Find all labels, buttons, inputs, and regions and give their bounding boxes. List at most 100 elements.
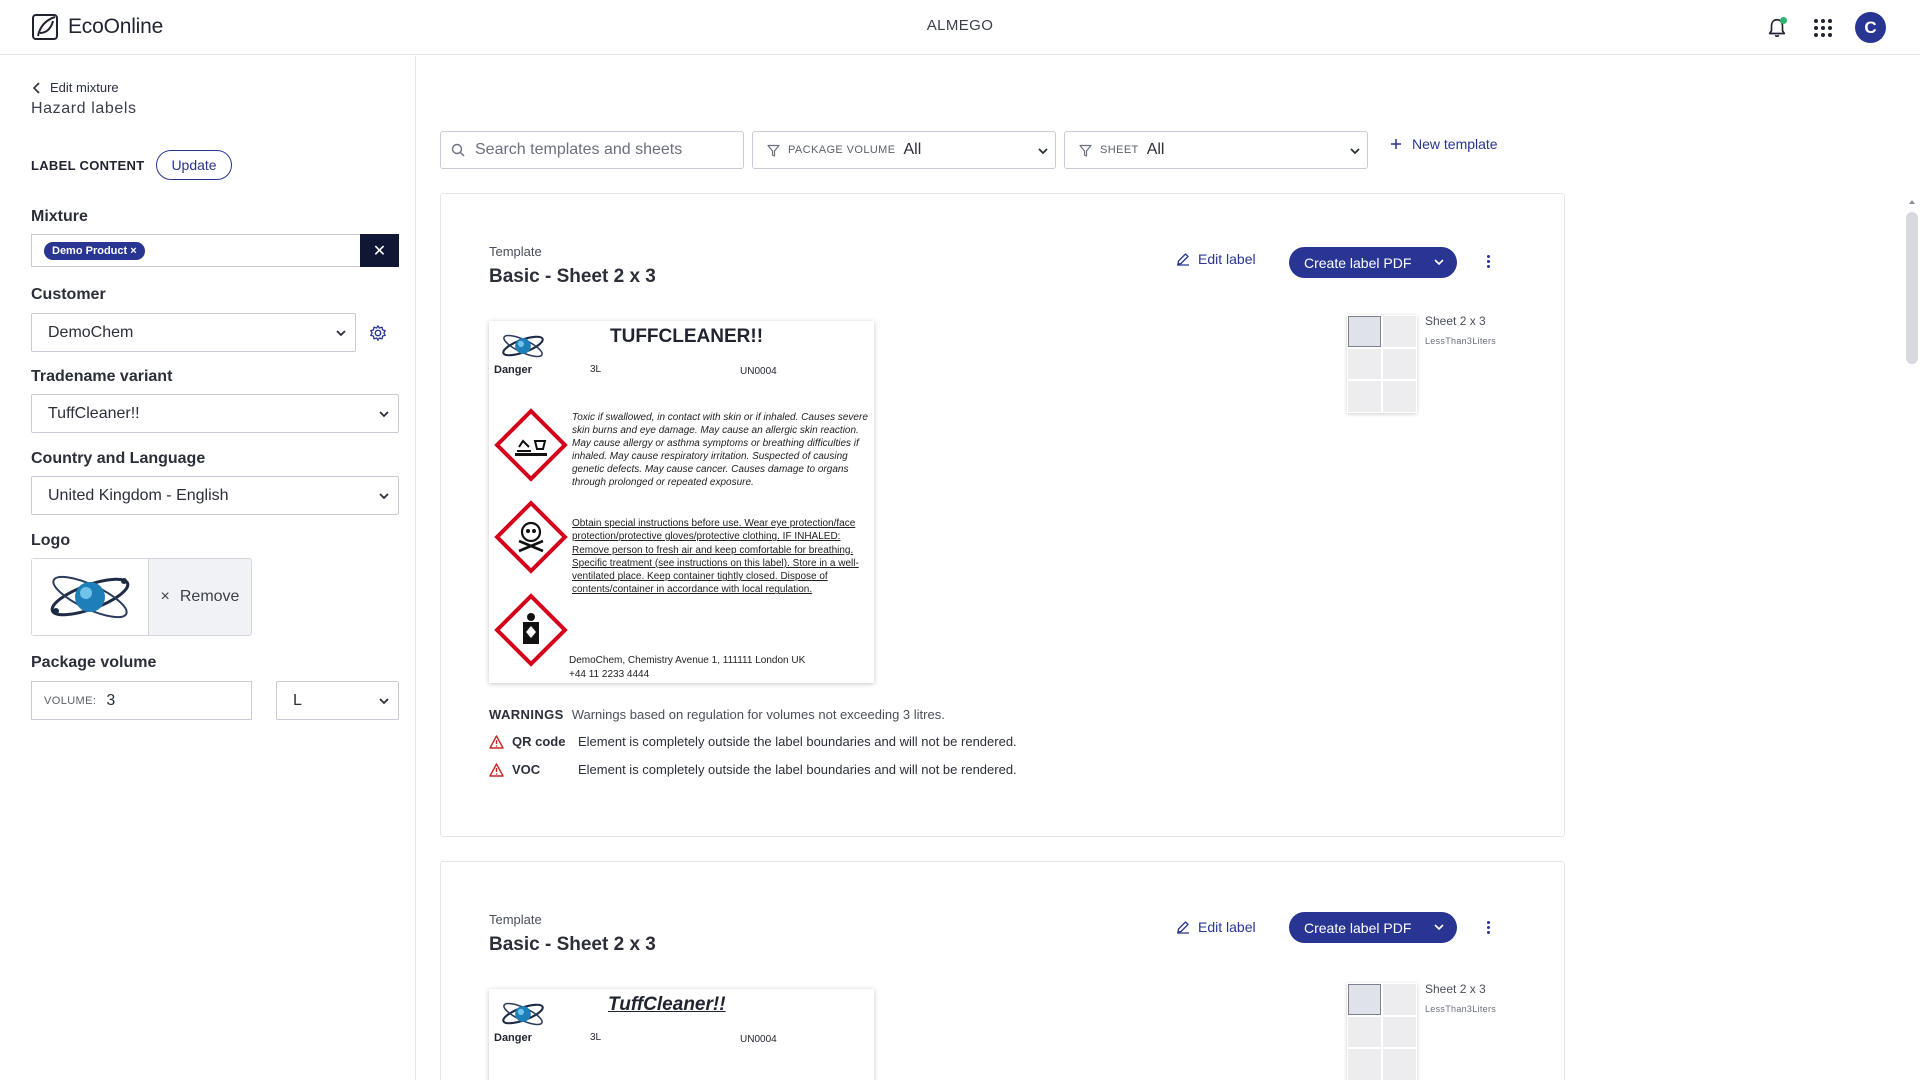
warning-triangle-icon: [489, 734, 504, 749]
health-hazard-pictogram-icon: [494, 593, 568, 667]
chevron-down-icon[interactable]: [1433, 921, 1445, 933]
warning-text: Element is completely outside the label …: [578, 762, 1017, 777]
update-button[interactable]: Update: [156, 150, 232, 180]
template-kicker: Template: [489, 912, 542, 927]
sheet-cell: [1383, 1049, 1416, 1080]
warnings-title: WARNINGS: [489, 707, 564, 722]
warning-triangle-icon: [489, 762, 504, 777]
label-volume: 3L: [590, 364, 602, 375]
mixture-chip[interactable]: Demo Product ×: [44, 242, 145, 260]
pencil-icon: [1177, 921, 1189, 934]
chevron-down-icon[interactable]: [1433, 256, 1445, 268]
label-product-name: TUFFCLEANER!!: [610, 326, 764, 347]
sheet-cell: [1348, 984, 1381, 1015]
create-label-pdf-button[interactable]: Create label PDF: [1289, 247, 1457, 278]
page-title: Hazard labels: [31, 100, 137, 117]
label-hazard-statements: Toxic if swallowed, in contact with skin…: [572, 412, 868, 488]
new-template-button[interactable]: New template: [1390, 136, 1498, 152]
edit-label-button[interactable]: Edit label: [1176, 919, 1256, 935]
sheet-name: Sheet 2 x 3: [1425, 314, 1486, 328]
tradename-select[interactable]: TuffCleaner!!: [31, 394, 399, 433]
customer-select[interactable]: DemoChem: [31, 313, 356, 352]
edit-label-text: Edit label: [1198, 919, 1256, 935]
scrollbar-thumb[interactable]: [1906, 212, 1918, 364]
apps-button[interactable]: [1809, 14, 1837, 42]
warning-name: VOC: [512, 762, 541, 777]
create-label-pdf-button[interactable]: Create label PDF: [1289, 912, 1457, 943]
edit-label-text: Edit label: [1198, 251, 1256, 267]
sheet-subtitle: LessThan3Liters: [1425, 336, 1497, 346]
avatar[interactable]: C: [1855, 12, 1886, 43]
more-options-icon[interactable]: [1482, 921, 1494, 934]
mixture-input[interactable]: Demo Product ×: [31, 234, 399, 267]
scroll-up-icon[interactable]: [1904, 196, 1920, 208]
atom-logo-icon: [502, 334, 544, 358]
chevron-down-icon: [379, 493, 389, 500]
top-bar: EcoOnline ALMEGO C: [0, 0, 1920, 55]
volume-unit-value: L: [293, 691, 302, 709]
chevron-down-icon: [379, 698, 389, 705]
create-label-pdf-label: Create label PDF: [1304, 254, 1412, 271]
back-link-label: Edit mixture: [50, 80, 119, 95]
sheet-subtitle: LessThan3Liters: [1425, 1004, 1497, 1014]
new-template-label: New template: [1412, 136, 1498, 152]
label-preview[interactable]: TUFFCLEANER!! Danger 3L UN0004 Toxic if …: [489, 321, 874, 683]
label-phone: +44 11 2233 4444: [569, 669, 650, 680]
skull-pictogram-icon: [494, 500, 568, 574]
search-input[interactable]: Search templates and sheets: [440, 131, 744, 169]
remove-logo-button[interactable]: × Remove: [149, 559, 251, 635]
logo-thumbnail: [32, 559, 149, 635]
warnings-description: Warnings based on regulation for volumes…: [571, 707, 945, 722]
sheet-cell: [1348, 1049, 1381, 1080]
customer-label: Customer: [31, 286, 106, 303]
edit-label-button[interactable]: Edit label: [1176, 251, 1256, 267]
gear-icon[interactable]: [369, 324, 387, 342]
logo-field: × Remove: [31, 558, 252, 636]
sheet-thumbnail[interactable]: [1347, 315, 1417, 413]
clear-mixture-button[interactable]: ✕: [360, 234, 399, 267]
volume-value: 3: [106, 691, 116, 709]
notifications-button[interactable]: [1763, 14, 1791, 42]
tradename-label: Tradename variant: [31, 368, 173, 385]
label-address-line: DemoChem, Chemistry Avenue 1, 111111 Lon…: [569, 655, 806, 666]
search-icon: [451, 143, 465, 157]
chevron-down-icon: [1350, 148, 1360, 155]
back-link[interactable]: Edit mixture: [32, 80, 119, 95]
country-language-label: Country and Language: [31, 450, 206, 467]
tradename-value: TuffCleaner!!: [48, 404, 140, 422]
package-volume-filter-value: All: [903, 141, 922, 158]
sheet-filter[interactable]: SHEET All: [1064, 131, 1368, 169]
label-un-number: UN0004: [740, 1034, 777, 1045]
label-precautionary-statements: Obtain special instructions before use. …: [572, 518, 859, 596]
plus-icon: [1391, 139, 1401, 149]
chevron-down-icon: [1038, 148, 1048, 155]
sheet-thumbnail[interactable]: [1347, 983, 1417, 1080]
label-content-panel: Edit mixture Hazard labels LABEL CONTENT…: [0, 56, 416, 1080]
sheet-cell: [1383, 316, 1416, 347]
template-card: Template Basic - Sheet 2 x 3 Edit label …: [440, 861, 1565, 1080]
chevron-left-icon: [32, 81, 40, 94]
sheet-cell: [1348, 381, 1381, 412]
top-actions: C: [1763, 12, 1886, 43]
volume-input[interactable]: VOLUME: 3: [31, 681, 252, 720]
label-volume: 3L: [590, 1032, 602, 1043]
country-language-value: United Kingdom - English: [48, 486, 229, 504]
sheet-cell: [1348, 348, 1381, 380]
more-options-icon[interactable]: [1482, 255, 1494, 268]
apps-grid-icon: [1814, 18, 1832, 37]
remove-logo-label: Remove: [179, 588, 240, 605]
search-placeholder: Search templates and sheets: [475, 141, 683, 158]
organization-name: ALMEGO: [926, 17, 994, 34]
volume-prefix: VOLUME:: [44, 694, 97, 707]
sheet-cell: [1383, 381, 1416, 412]
volume-unit-select[interactable]: L: [276, 681, 399, 720]
label-content-header: LABEL CONTENT Update: [31, 150, 232, 180]
label-preview[interactable]: TuffCleaner!! Danger 3L UN0004: [489, 989, 874, 1080]
country-language-select[interactable]: United Kingdom - English: [31, 476, 399, 515]
sheet-cell: [1348, 316, 1381, 347]
scrollbar[interactable]: [1904, 196, 1920, 1080]
chevron-down-icon: [336, 330, 346, 337]
atom-logo-icon: [50, 575, 130, 619]
notification-dot: [1780, 16, 1787, 24]
package-volume-filter[interactable]: PACKAGE VOLUME All: [752, 131, 1056, 169]
